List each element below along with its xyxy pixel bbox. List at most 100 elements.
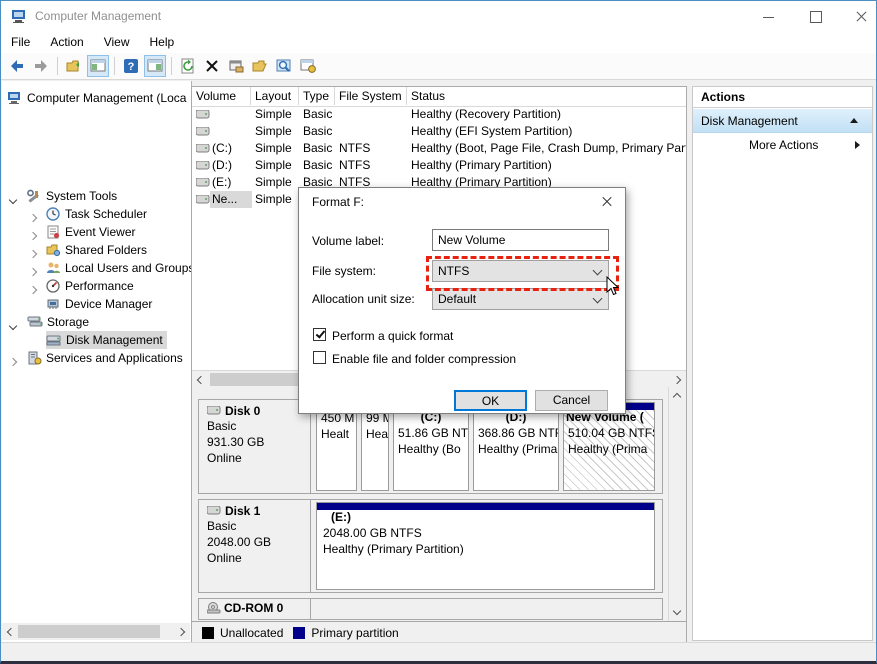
status-bar bbox=[1, 642, 876, 663]
tree-item-disk-management[interactable]: Disk Management bbox=[46, 331, 167, 349]
system-tools-icon bbox=[27, 189, 42, 203]
scroll-left-icon[interactable] bbox=[7, 628, 15, 636]
menu-view[interactable]: View bbox=[94, 32, 140, 52]
expander-storage[interactable] bbox=[10, 318, 16, 332]
forward-icon[interactable] bbox=[30, 55, 52, 77]
column-layout[interactable]: Layout bbox=[251, 87, 299, 105]
toolbar-separator bbox=[114, 57, 115, 75]
device-manager-icon bbox=[46, 297, 61, 311]
open-icon[interactable] bbox=[249, 55, 271, 77]
toolbar: ? bbox=[1, 53, 876, 80]
disk-kind: Basic bbox=[207, 418, 310, 434]
services-applications-icon bbox=[27, 351, 42, 365]
menu-action[interactable]: Action bbox=[40, 32, 93, 52]
expander-local-users[interactable] bbox=[30, 264, 36, 278]
disk-name: Disk 0 bbox=[225, 404, 260, 418]
column-file-system[interactable]: File System bbox=[335, 87, 407, 105]
partition-efi[interactable]: 99 M Hea bbox=[361, 402, 389, 491]
back-icon[interactable] bbox=[6, 55, 28, 77]
partition-size: 2048.00 GB NTFS bbox=[317, 525, 654, 541]
expander-system-tools[interactable] bbox=[10, 192, 16, 206]
dialog-close-icon[interactable] bbox=[595, 192, 619, 212]
tree-item-device-manager[interactable]: Device Manager bbox=[46, 295, 152, 313]
expander-performance[interactable] bbox=[30, 282, 36, 296]
menu-help[interactable]: Help bbox=[140, 32, 185, 52]
show-console-tree-icon[interactable] bbox=[87, 55, 109, 77]
disk-icon bbox=[207, 406, 222, 416]
tree-item-task-scheduler[interactable]: Task Scheduler bbox=[46, 205, 147, 223]
scroll-right-icon[interactable] bbox=[673, 376, 681, 384]
scroll-left-icon[interactable] bbox=[197, 376, 205, 384]
computer-management-window: Computer Management File Action View Hel… bbox=[0, 0, 877, 664]
partition-e[interactable]: (E:) 2048.00 GB NTFS Healthy (Primary Pa… bbox=[316, 502, 655, 590]
volume-label-input[interactable]: New Volume bbox=[432, 229, 609, 251]
scroll-down-icon[interactable] bbox=[673, 607, 681, 615]
help-icon[interactable]: ? bbox=[120, 55, 142, 77]
volume-row[interactable]: Simple Basic Healthy (Recovery Partition… bbox=[192, 106, 686, 123]
scroll-up-icon[interactable] bbox=[673, 393, 681, 401]
cdrom-label[interactable]: CD-ROM 0 bbox=[199, 599, 311, 619]
partition-size: 368.86 GB NTF bbox=[474, 425, 558, 441]
disk-vertical-scrollbar[interactable] bbox=[668, 387, 686, 621]
expander-event-viewer[interactable] bbox=[30, 228, 36, 242]
export-list-icon[interactable] bbox=[63, 55, 85, 77]
actions-group-label: Disk Management bbox=[701, 114, 798, 128]
tree-item-computer-management[interactable]: Computer Management (Local bbox=[8, 89, 187, 107]
tree-item-services-applications[interactable]: Services and Applications bbox=[27, 349, 183, 367]
quick-format-checkbox[interactable] bbox=[313, 328, 326, 341]
column-type[interactable]: Type bbox=[299, 87, 335, 105]
tree-item-shared-folders[interactable]: Shared Folders bbox=[46, 241, 147, 259]
find-icon[interactable] bbox=[273, 55, 295, 77]
show-action-pane-icon[interactable] bbox=[144, 55, 166, 77]
partition-status: Healthy (Prima bbox=[564, 441, 654, 457]
scroll-right-icon[interactable] bbox=[177, 628, 185, 636]
expander-task-scheduler[interactable] bbox=[30, 210, 36, 224]
disk0-label[interactable]: Disk 0 Basic 931.30 GB Online bbox=[199, 400, 311, 493]
column-status[interactable]: Status bbox=[407, 87, 686, 105]
refresh-icon[interactable] bbox=[177, 55, 199, 77]
compression-checkbox[interactable] bbox=[313, 351, 326, 364]
local-users-groups-icon bbox=[46, 261, 61, 275]
cell-volume: (C:) bbox=[212, 140, 250, 157]
event-viewer-icon bbox=[46, 225, 61, 239]
column-volume[interactable]: Volume bbox=[192, 87, 251, 105]
partition-c[interactable]: (C:) 51.86 GB NT Healthy (Bo bbox=[393, 402, 469, 491]
tree-item-label: Task Scheduler bbox=[65, 207, 147, 221]
close-button[interactable] bbox=[847, 7, 877, 25]
volume-row[interactable]: (C:) Simple Basic NTFS Healthy (Boot, Pa… bbox=[192, 140, 686, 157]
ok-button[interactable]: OK bbox=[454, 390, 527, 411]
disk-management-icon bbox=[46, 333, 62, 347]
volume-row[interactable]: (D:) Simple Basic NTFS Healthy (Primary … bbox=[192, 157, 686, 174]
tree-item-local-users-groups[interactable]: Local Users and Groups bbox=[46, 259, 194, 277]
properties-icon[interactable] bbox=[225, 55, 247, 77]
cell-volume: Ne... bbox=[210, 191, 252, 208]
tree-scrollbar-thumb[interactable] bbox=[18, 625, 160, 638]
tree-item-storage[interactable]: Storage bbox=[27, 313, 89, 331]
partition-d[interactable]: (D:) 368.86 GB NTF Healthy (Prima bbox=[473, 402, 559, 491]
maximize-button[interactable] bbox=[801, 7, 831, 25]
actions-header: Actions bbox=[693, 87, 872, 108]
tree-item-event-viewer[interactable]: Event Viewer bbox=[46, 223, 135, 241]
mouse-cursor bbox=[605, 276, 621, 298]
customize-icon[interactable] bbox=[297, 55, 319, 77]
collapse-icon[interactable] bbox=[850, 118, 858, 123]
disk-size: 931.30 GB bbox=[207, 434, 310, 450]
expander-shared-folders[interactable] bbox=[30, 246, 36, 260]
svg-text:?: ? bbox=[128, 61, 135, 73]
minimize-button[interactable] bbox=[754, 7, 784, 25]
cancel-button[interactable]: Cancel bbox=[535, 390, 608, 411]
more-actions-item[interactable]: More Actions bbox=[693, 134, 872, 156]
tree-item-performance[interactable]: Performance bbox=[46, 277, 134, 295]
partition-new-volume[interactable]: New Volume ( 510.04 GB NTFS Healthy (Pri… bbox=[563, 402, 655, 491]
delete-icon[interactable] bbox=[201, 55, 223, 77]
allocation-unit-dropdown[interactable]: Default bbox=[432, 288, 609, 310]
expander-services-applications[interactable] bbox=[10, 354, 16, 368]
disk1-label[interactable]: Disk 1 Basic 2048.00 GB Online bbox=[199, 500, 311, 592]
cell-layout: Simple bbox=[255, 157, 292, 174]
menu-file[interactable]: File bbox=[1, 32, 40, 52]
tree-horizontal-scrollbar[interactable] bbox=[2, 623, 190, 640]
actions-group-disk-management[interactable]: Disk Management bbox=[693, 109, 872, 133]
volume-row[interactable]: Simple Basic Healthy (EFI System Partiti… bbox=[192, 123, 686, 140]
partition-recovery[interactable]: 450 M Healt bbox=[316, 402, 357, 491]
tree-item-system-tools[interactable]: System Tools bbox=[27, 187, 117, 205]
